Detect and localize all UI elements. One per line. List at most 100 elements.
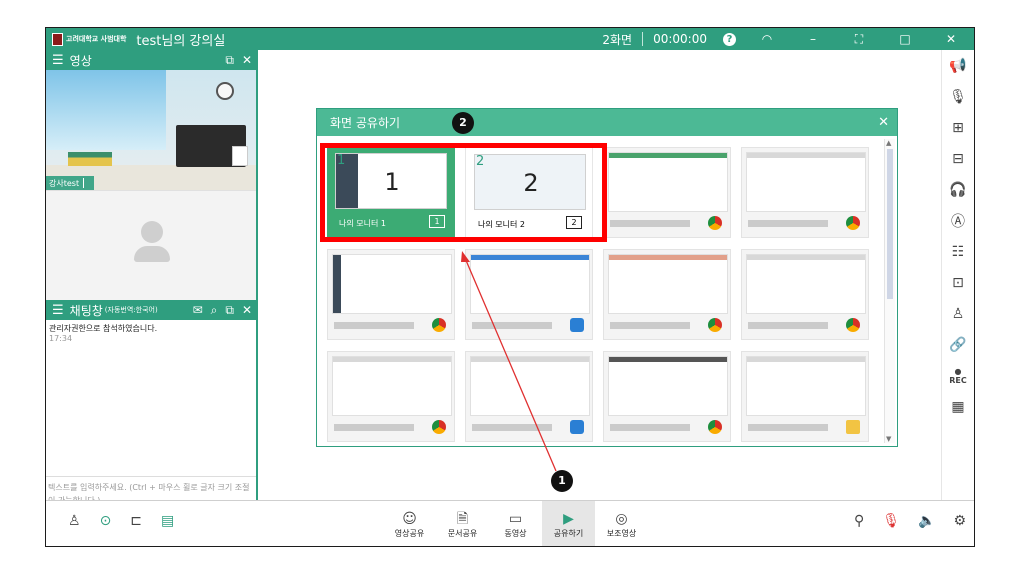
participant-video[interactable] xyxy=(46,190,256,300)
movie-button[interactable]: ▭ 동영상 xyxy=(489,501,542,546)
window-title: test님의 강의실 xyxy=(136,33,226,49)
quiz-icon[interactable]: ⊡ xyxy=(942,267,974,298)
right-toolbar: 📢 🎙 ⊞ ⊟ 🎧 Ⓐ ☷ ⊡ ♙ 🔗 ● REC ▦ xyxy=(941,50,974,500)
help-icon[interactable]: ? xyxy=(723,32,736,46)
dialog-scrollbar[interactable]: ▲ ▼ xyxy=(884,139,895,443)
mute-all-icon[interactable]: 🎙 xyxy=(942,81,974,112)
dialog-title: 화면 공유하기 xyxy=(330,116,401,130)
window-thumbnail[interactable] xyxy=(603,147,731,238)
window-thumbnail[interactable] xyxy=(465,351,593,442)
mic-off-icon[interactable]: 🎙 xyxy=(882,513,900,529)
aux-video-button[interactable]: ◎ 보조영상 xyxy=(595,501,648,546)
video-icon: ▭ xyxy=(508,510,523,527)
chat-close-icon[interactable]: ✕ xyxy=(242,303,252,318)
link-icon[interactable]: 🔗 xyxy=(942,329,974,360)
scroll-thumb[interactable] xyxy=(887,149,893,299)
chat-icon[interactable]: ⊙ xyxy=(100,513,112,529)
exit-room-icon[interactable]: ▦ xyxy=(942,391,974,422)
window-thumbnail[interactable] xyxy=(327,351,455,442)
app-window: 고려대학교 사범대학 test님의 강의실 2화면 00:00:00 ? ◠ –… xyxy=(45,27,975,547)
window-thumbnail[interactable] xyxy=(603,351,731,442)
video-panel-header: ☰ 영상 ⧉ ✕ xyxy=(46,50,256,70)
participants-icon[interactable]: ♙ xyxy=(68,513,81,529)
layout-grid-icon[interactable]: ⊞ xyxy=(942,112,974,143)
dialog-close-icon[interactable]: ✕ xyxy=(878,115,889,130)
record-button[interactable]: ● REC xyxy=(942,360,974,391)
popout-icon[interactable]: ⧉ xyxy=(225,53,234,68)
presenter-name-tag: 강사test xyxy=(46,176,95,190)
translate-note[interactable]: (자동번역:한국어) xyxy=(105,305,158,315)
divider xyxy=(642,32,644,46)
window-thumbnail[interactable] xyxy=(741,351,869,442)
bottom-center-tools: ☺ 영상공유 🗎 문서공유 ▭ 동영상 ▶ 공유하기 ◎ 보조영상 xyxy=(383,501,648,546)
share-video-button[interactable]: ☺ 영상공유 xyxy=(383,501,436,546)
maximize-icon[interactable]: □ xyxy=(890,32,920,46)
share-document-button[interactable]: 🗎 문서공유 xyxy=(436,501,489,546)
mail-icon[interactable]: ✉ xyxy=(193,303,203,318)
folder-icon xyxy=(846,420,860,434)
camera-icon: ◎ xyxy=(615,510,628,527)
share-document-label: 문서공유 xyxy=(447,528,478,538)
video-panel-title: 영상 xyxy=(69,53,92,68)
window-thumbnail[interactable] xyxy=(741,147,869,238)
scroll-up-icon[interactable]: ▲ xyxy=(886,139,891,147)
callout-2: 2 xyxy=(452,112,474,134)
scroll-down-icon[interactable]: ▼ xyxy=(886,435,891,443)
menu-icon[interactable]: ☰ xyxy=(52,53,64,68)
app-icon xyxy=(570,318,584,332)
search-icon[interactable]: ⌕ xyxy=(211,303,218,318)
chat-popout-icon[interactable]: ⧉ xyxy=(225,303,234,318)
chat-message-time: 17:34 xyxy=(49,334,73,343)
record-label: REC xyxy=(949,375,967,385)
attendance-icon[interactable]: ▤ xyxy=(161,513,174,529)
title-controls: 2화면 00:00:00 ? ◠ – ⛶ □ ✕ xyxy=(594,28,974,50)
chat-panel-header: ☰ 채팅창 (자동번역:한국어) ✉ ⌕ ⧉ ✕ xyxy=(46,300,256,320)
university-logo: 고려대학교 사범대학 xyxy=(52,32,127,46)
movie-label: 동영상 xyxy=(504,528,527,538)
chrome-icon xyxy=(708,216,722,230)
settings-icon[interactable]: ⚙ xyxy=(953,513,966,529)
invite-user-icon[interactable]: ♙ xyxy=(942,298,974,329)
logo-text: 고려대학교 사범대학 xyxy=(66,35,127,43)
minimize-icon[interactable]: – xyxy=(798,32,828,46)
avatar-icon xyxy=(134,221,170,262)
window-thumbnail[interactable] xyxy=(465,249,593,340)
grade-icon[interactable]: Ⓐ xyxy=(942,205,974,236)
chat-panel-title: 채팅창 xyxy=(69,303,103,318)
group-icon[interactable]: ⊏ xyxy=(130,513,142,529)
bottom-left-tools: ♙ ⊙ ⊏ ▤ xyxy=(68,513,174,529)
close-icon[interactable]: ✕ xyxy=(936,32,966,46)
speaker-icon[interactable]: 🔈 xyxy=(918,513,935,529)
screen-share-label: 공유하기 xyxy=(553,528,584,538)
chat-messages: 관리자권한으로 참석하였습니다. 17:34 xyxy=(46,320,256,442)
aux-video-label: 보조영상 xyxy=(606,528,637,538)
dialog-header: 화면 공유하기 ✕ xyxy=(317,109,897,136)
screen-mode-label[interactable]: 2화면 xyxy=(602,31,632,48)
highlight-box xyxy=(320,143,607,242)
play-icon: ▶ xyxy=(563,510,574,527)
books-image xyxy=(68,152,112,166)
webcam-icon[interactable]: ⚲ xyxy=(854,513,864,529)
fullscreen-icon[interactable]: ⛶ xyxy=(844,32,874,47)
app-icon xyxy=(570,420,584,434)
chrome-icon xyxy=(846,318,860,332)
announce-icon[interactable]: 📢 xyxy=(942,50,974,81)
screen-share-button[interactable]: ▶ 공유하기 xyxy=(542,501,595,546)
window-thumbnail[interactable] xyxy=(603,249,731,340)
left-panel: ☰ 영상 ⧉ ✕ 강사test ☰ 채팅창 (자동번역:한국어) ✉ ⌕ ⧉ ✕… xyxy=(46,50,258,505)
cup-image xyxy=(232,146,248,166)
window-thumbnail[interactable] xyxy=(741,249,869,340)
chrome-icon xyxy=(432,318,446,332)
presenter-video[interactable]: 강사test xyxy=(46,70,256,190)
chat-menu-icon[interactable]: ☰ xyxy=(52,303,64,318)
survey-icon[interactable]: ☷ xyxy=(942,236,974,267)
chrome-icon xyxy=(708,318,722,332)
bottom-right-tools: ⚲ 🎙 🔈 ⚙ xyxy=(854,513,966,529)
layout-pin-icon[interactable]: ⊟ xyxy=(942,143,974,174)
crest-icon xyxy=(52,32,63,46)
headset-icon[interactable]: 🎧 xyxy=(942,174,974,205)
window-thumbnail[interactable] xyxy=(327,249,455,340)
chrome-icon xyxy=(708,420,722,434)
callout-1: 1 xyxy=(551,470,573,492)
panel-close-icon[interactable]: ✕ xyxy=(242,53,252,68)
